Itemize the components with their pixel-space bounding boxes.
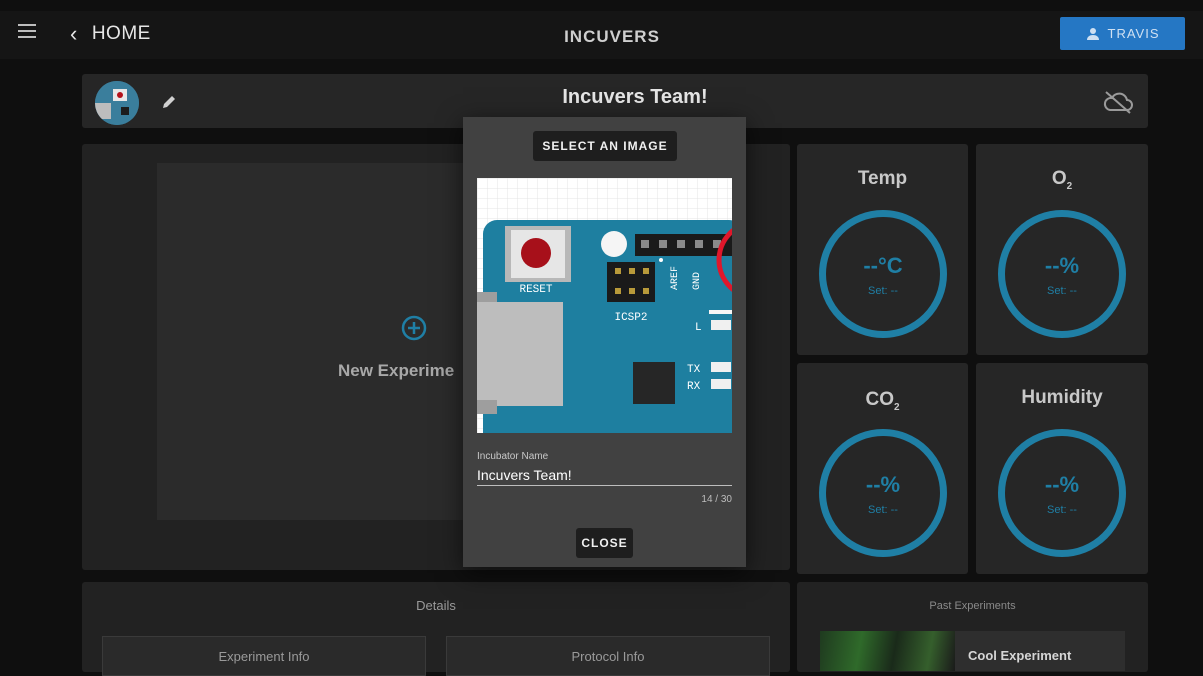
sensor-setpoint: Set: -- <box>1047 285 1077 297</box>
protocol-info-button[interactable]: Protocol Info <box>446 636 770 676</box>
add-circle-icon[interactable] <box>400 314 428 342</box>
aref-label: AREF <box>670 266 681 290</box>
character-counter: 14 / 30 <box>701 494 732 505</box>
sensor-title: O2 <box>1051 168 1073 192</box>
icsp-label: ICSP2 <box>614 312 647 324</box>
sensor-value: --°C <box>863 253 903 278</box>
sensor-value: --% <box>1044 253 1080 278</box>
past-experiments-title: Past Experiments <box>929 600 1016 612</box>
home-link[interactable]: ‹ HOME <box>70 20 151 48</box>
incubator-name-input[interactable] <box>477 464 732 486</box>
sensor-value: --% <box>1044 472 1080 497</box>
sensor-card-humidity: Humidity --% Set: -- <box>976 363 1148 574</box>
user-name: TRAVIS <box>1107 26 1160 41</box>
sensor-gauge: --% Set: -- <box>998 429 1126 557</box>
sensor-title: Humidity <box>1021 387 1103 408</box>
incubator-name-label: Incubator Name <box>477 451 549 462</box>
sensor-card-co2: CO2 --% Set: -- <box>797 363 968 574</box>
sensor-setpoint: Set: -- <box>1047 504 1077 516</box>
sensor-value: --% <box>865 472 901 497</box>
select-image-button[interactable]: SELECT AN IMAGE <box>533 131 677 161</box>
sensor-setpoint: Set: -- <box>868 504 898 516</box>
sensor-card-o2: O2 --% Set: -- <box>976 144 1148 355</box>
led-l-label: L <box>695 322 702 334</box>
arduino-board-picture: RESET ICSP2 AREF GND L TX RX <box>477 178 732 433</box>
past-experiment-name: Cool Experiment <box>968 648 1072 663</box>
user-button[interactable]: TRAVIS <box>1060 17 1185 50</box>
sensor-card-temp: Temp --°C Set: -- <box>797 144 968 355</box>
app-logo: INCUVERS <box>564 27 660 46</box>
tx-label: TX <box>687 364 701 376</box>
sensor-setpoint: Set: -- <box>868 285 898 297</box>
chevron-left-icon: ‹ <box>70 21 78 46</box>
close-button[interactable]: CLOSE <box>576 528 633 558</box>
sensor-title: CO2 <box>865 389 900 413</box>
cloud-off-icon <box>1102 89 1134 115</box>
gnd-label: GND <box>692 272 703 290</box>
menu-icon[interactable] <box>18 24 36 38</box>
sensor-gauge: --% Set: -- <box>819 429 947 557</box>
new-experiment-label: New Experime <box>338 361 455 380</box>
home-label: HOME <box>91 23 151 44</box>
person-icon <box>1086 27 1099 40</box>
sensor-gauge: --°C Set: -- <box>819 210 947 338</box>
sensor-title: Temp <box>857 168 908 189</box>
reset-label: RESET <box>519 284 552 296</box>
rx-label: RX <box>687 381 701 393</box>
details-title: Details <box>416 598 456 613</box>
incubator-image: RESET ICSP2 AREF GND L TX RX <box>477 178 732 433</box>
incubator-title: Incuvers Team! <box>562 86 708 108</box>
past-experiment-thumbnail <box>820 631 955 671</box>
experiment-info-button[interactable]: Experiment Info <box>102 636 426 676</box>
sensor-gauge: --% Set: -- <box>998 210 1126 338</box>
